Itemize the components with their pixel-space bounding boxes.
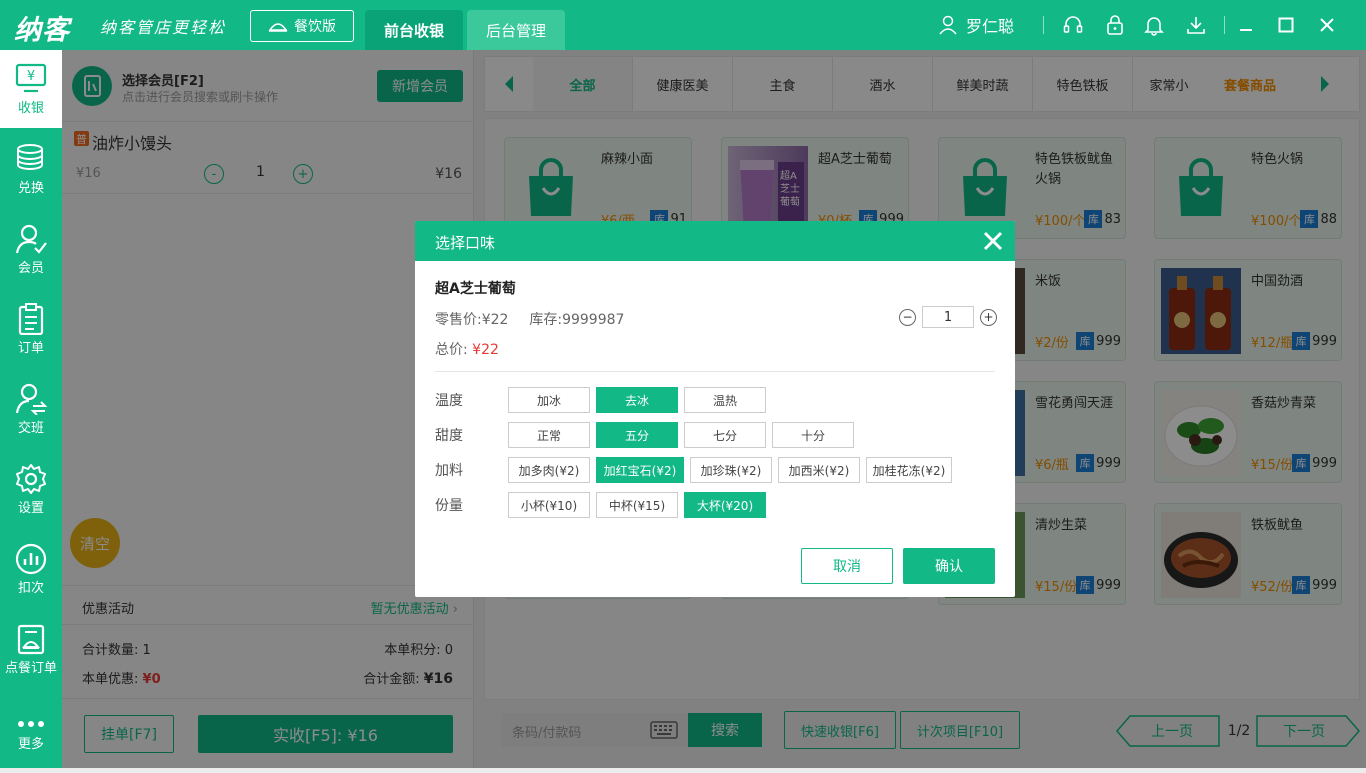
divider [435, 371, 995, 372]
tab-front-cashier[interactable]: 前台收银 [365, 10, 463, 50]
nav-settings[interactable]: 设置 [0, 450, 62, 528]
stock-label: 库存: [529, 312, 563, 328]
option-button-selected[interactable]: 加红宝石(¥2) [596, 457, 684, 483]
stock-count: 9999987 [562, 312, 625, 328]
edition-button[interactable]: 餐饮版 [250, 10, 354, 42]
dialog-product-name: 超A芝士葡萄 [435, 281, 516, 297]
app-logo: 纳客 [14, 15, 70, 46]
retail-price-label: 零售价: [435, 312, 482, 328]
close-window-icon[interactable] [1314, 12, 1340, 38]
option-button[interactable]: 正常 [508, 422, 590, 448]
retail-price: ¥22 [481, 312, 509, 328]
nav-more[interactable]: 更多 [0, 695, 62, 773]
option-group-label: 份量 [435, 498, 463, 514]
option-button-selected[interactable]: 大杯(¥20) [684, 492, 766, 518]
download-icon[interactable] [1183, 12, 1209, 38]
minimize-icon[interactable] [1233, 12, 1259, 38]
option-button[interactable]: 加西米(¥2) [778, 457, 860, 483]
app-slogan: 纳客管店更轻松 [100, 18, 227, 37]
user-icon [939, 15, 957, 35]
option-button-selected[interactable]: 去冰 [596, 387, 678, 413]
nav-dine-orders[interactable]: 点餐订单 [0, 610, 62, 688]
more-icon [18, 720, 44, 727]
svg-text:¥: ¥ [27, 69, 35, 84]
nav-deduct[interactable]: 扣次 [0, 530, 62, 608]
total-price: ¥22 [472, 342, 499, 358]
user-menu[interactable]: 罗仁聪 [938, 13, 1014, 37]
nav-label: 订单 [17, 340, 44, 356]
nav-exchange[interactable]: 兑换 [0, 130, 62, 208]
confirm-button[interactable]: 确认 [903, 548, 995, 584]
edition-label: 餐饮版 [294, 19, 336, 35]
option-button[interactable]: 小杯(¥10) [508, 492, 590, 518]
headset-icon[interactable] [1060, 12, 1086, 38]
option-button[interactable]: 七分 [684, 422, 766, 448]
nav-orders[interactable]: 订单 [0, 290, 62, 368]
cancel-button[interactable]: 取消 [801, 548, 893, 584]
close-icon[interactable] [981, 229, 1005, 253]
tab-back-office[interactable]: 后台管理 [467, 10, 565, 50]
option-button[interactable]: 加多肉(¥2) [508, 457, 590, 483]
dine-order-icon [17, 624, 45, 654]
option-button[interactable]: 加桂花冻(¥2) [866, 457, 952, 483]
option-group-label: 温度 [435, 393, 463, 409]
dish-cover-icon [268, 23, 288, 32]
member-icon [15, 224, 47, 254]
lock-icon[interactable] [1102, 12, 1128, 38]
nav-label: 更多 [17, 736, 44, 752]
gear-icon [16, 463, 46, 494]
maximize-icon[interactable] [1273, 12, 1299, 38]
total-price-label: 总价: [435, 342, 468, 358]
nav-shift[interactable]: 交班 [0, 370, 62, 448]
coins-icon [17, 143, 43, 170]
option-group-label: 甜度 [435, 428, 463, 444]
quantity-stepper: − 1 + [899, 306, 997, 328]
divider [1224, 16, 1225, 34]
bell-icon[interactable] [1141, 12, 1167, 38]
option-group-label: 加料 [435, 463, 463, 479]
clipboard-icon [18, 302, 44, 335]
user-name: 罗仁聪 [966, 17, 1015, 36]
nav-label: 点餐订单 [4, 660, 57, 676]
flavor-dialog: 选择口味 超A芝士葡萄 零售价:¥22 库存:9999987 − 1 + 总价:… [415, 221, 1015, 597]
dialog-title: 选择口味 [435, 234, 496, 252]
option-button[interactable]: 加珍珠(¥2) [690, 457, 772, 483]
nav-label: 收银 [17, 100, 44, 116]
nav-cashier[interactable]: ¥ 收银 [0, 50, 62, 128]
minus-button[interactable]: − [899, 308, 916, 326]
nav-label: 设置 [17, 500, 44, 516]
option-button[interactable]: 加冰 [508, 387, 590, 413]
plus-button[interactable]: + [980, 308, 997, 326]
cashier-icon: ¥ [15, 63, 47, 92]
quantity-input[interactable]: 1 [922, 306, 974, 328]
divider [1043, 16, 1044, 34]
option-button-selected[interactable]: 五分 [596, 422, 678, 448]
shift-handover-icon [15, 383, 48, 415]
nav-label: 会员 [17, 260, 44, 276]
option-button[interactable]: 温热 [684, 387, 766, 413]
option-button[interactable]: 十分 [772, 422, 854, 448]
sidebar: ¥ 收银 兑换 会员 订单 交班 设置 扣次 点餐订单 更多 [0, 50, 62, 768]
dialog-header: 选择口味 [415, 221, 1015, 261]
bar-chart-icon [15, 543, 47, 574]
nav-label: 交班 [17, 420, 44, 436]
nav-label: 兑换 [17, 180, 44, 196]
top-bar: 纳客 纳客管店更轻松 餐饮版 前台收银 后台管理 罗仁聪 [0, 0, 1366, 50]
dialog-price-stock: 零售价:¥22 库存:9999987 [435, 309, 624, 329]
option-button[interactable]: 中杯(¥15) [596, 492, 678, 518]
nav-member[interactable]: 会员 [0, 210, 62, 288]
dialog-total: 总价: ¥22 [435, 339, 499, 359]
nav-label: 扣次 [17, 580, 44, 596]
